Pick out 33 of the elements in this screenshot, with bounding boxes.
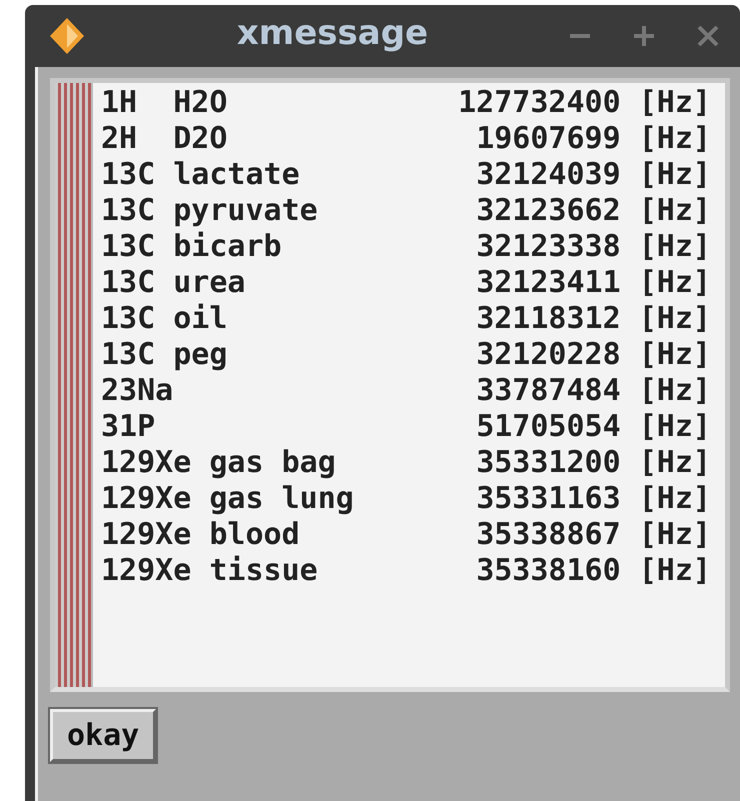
- frequency-value: 35338160 [Hz]: [475, 553, 711, 589]
- line-label: 13C bicarb: [101, 229, 283, 265]
- line-label: 13C pyruvate: [101, 193, 319, 229]
- frequency-value: 32118312 [Hz]: [475, 301, 711, 337]
- line-label: 129Xe gas lung: [101, 481, 355, 517]
- line-label: 129Xe blood: [101, 517, 301, 553]
- line-label: 23Na: [101, 373, 174, 409]
- frequency-value: 32120228 [Hz]: [475, 337, 711, 373]
- close-icon[interactable]: [696, 24, 720, 48]
- frequency-value: 19607699 [Hz]: [475, 121, 711, 157]
- maximize-icon[interactable]: [632, 24, 656, 48]
- line-label: 13C peg: [101, 337, 228, 373]
- frequency-value: 51705054 [Hz]: [475, 409, 711, 445]
- frequency-value: 32124039 [Hz]: [475, 157, 711, 193]
- frequency-value: 35338867 [Hz]: [475, 517, 711, 553]
- frequency-value: 32123338 [Hz]: [475, 229, 711, 265]
- frequency-value: 32123662 [Hz]: [475, 193, 711, 229]
- line-label: 129Xe gas bag: [101, 445, 337, 481]
- line-label: 2H D2O: [101, 121, 228, 157]
- line-label: 1H H2O: [101, 85, 228, 121]
- okay-button[interactable]: okay: [50, 709, 156, 762]
- diamond-icon: [47, 16, 87, 56]
- frequency-value: 35331200 [Hz]: [475, 445, 711, 481]
- frequency-value: 127732400 [Hz]: [457, 85, 711, 121]
- line-label: 31P: [101, 409, 156, 445]
- frequency-value: 33787484 [Hz]: [475, 373, 711, 409]
- line-label: 13C oil: [101, 301, 228, 337]
- frequency-value: 32123411 [Hz]: [475, 265, 711, 301]
- frequency-value: 35331163 [Hz]: [475, 481, 711, 517]
- line-label: 13C urea: [101, 265, 246, 301]
- window-title: xmessage: [236, 13, 430, 53]
- line-label: 129Xe tissue: [101, 553, 319, 589]
- line-label: 13C lactate: [101, 157, 301, 193]
